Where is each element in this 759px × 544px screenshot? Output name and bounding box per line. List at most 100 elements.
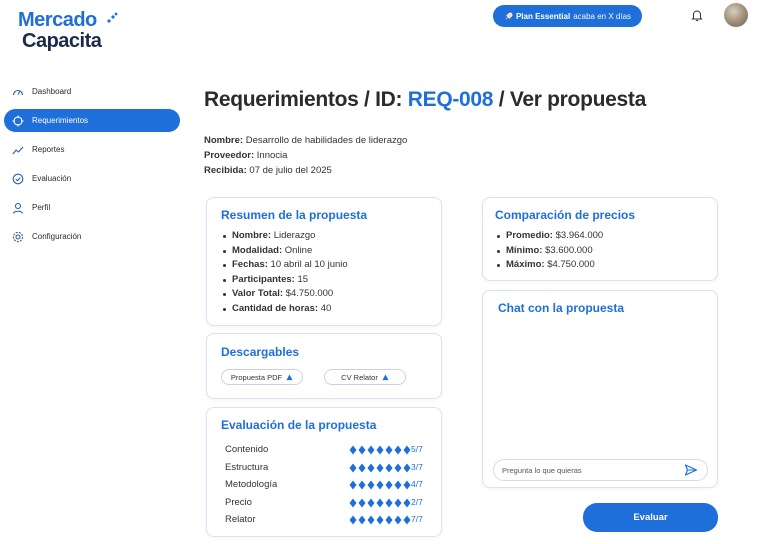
rating-stars[interactable] <box>349 480 411 490</box>
rating-star-icon[interactable] <box>394 498 402 508</box>
rating-stars[interactable] <box>349 445 411 455</box>
list-item: Valor Total: $4.750.000 <box>222 287 348 302</box>
rating-star-icon[interactable] <box>358 480 366 490</box>
rating-star-icon[interactable] <box>358 515 366 525</box>
criterion-score: 5/7 <box>411 444 423 454</box>
downloads-title: Descargables <box>221 345 300 359</box>
logo-sparkle-icon <box>107 12 118 23</box>
rating-star-icon[interactable] <box>403 463 411 473</box>
rating-stars[interactable] <box>349 498 411 508</box>
download-proposal-pdf-button[interactable]: Propuesta PDF <box>221 369 303 385</box>
logo-line-1: Mercado <box>18 9 97 31</box>
plan-name: Plan Essential <box>515 11 571 21</box>
rating-star-icon[interactable] <box>358 445 366 455</box>
rating-star-icon[interactable] <box>349 480 357 490</box>
breadcrumb-section: Requerimientos / ID: <box>204 88 403 111</box>
rating-star-icon[interactable] <box>367 480 375 490</box>
plan-status-badge[interactable]: Plan Essential acaba en X días <box>493 5 642 27</box>
criterion-label: Estructura <box>225 462 269 473</box>
rating-star-icon[interactable] <box>385 498 393 508</box>
chat-input[interactable]: Pregunta lo que quieras <box>493 459 708 481</box>
sidebar-item-perfil[interactable]: Perfil <box>4 196 180 219</box>
prices-title: Comparación de precios <box>495 208 636 222</box>
sidebar-item-configuracion[interactable]: Configuración <box>4 225 180 248</box>
rating-star-icon[interactable] <box>376 445 384 455</box>
chat-placeholder: Pregunta lo que quieras <box>502 465 582 475</box>
list-item: Modalidad: Online <box>222 244 348 259</box>
summary-title: Resumen de la propuesta <box>221 208 368 222</box>
evaluation-row-precio: Precio 2/7 <box>225 497 425 511</box>
evaluation-row-contenido: Contenido 5/7 <box>225 444 425 458</box>
rocket-icon <box>505 12 513 19</box>
evaluation-title: Evaluación de la propuesta <box>221 418 377 432</box>
proposal-evaluation-card: Evaluación de la propuesta Contenido 5/7… <box>206 407 442 537</box>
rating-star-icon[interactable] <box>349 498 357 508</box>
rating-star-icon[interactable] <box>403 498 411 508</box>
breadcrumb-current: / Ver propuesta <box>498 88 647 111</box>
user-icon <box>12 202 24 214</box>
rating-star-icon[interactable] <box>394 463 402 473</box>
rating-star-icon[interactable] <box>367 498 375 508</box>
rating-star-icon[interactable] <box>394 480 402 490</box>
summary-list: Nombre: Liderazgo Modalidad: Online Fech… <box>222 229 348 317</box>
download-label: CV Relator <box>341 372 378 382</box>
check-circle-icon <box>12 173 24 184</box>
rating-star-icon[interactable] <box>349 463 357 473</box>
sidebar-nav: Dashboard Requerimientos Reportes Evalua… <box>4 80 180 254</box>
requirement-id: REQ-008 <box>407 88 494 111</box>
rating-star-icon[interactable] <box>376 515 384 525</box>
rating-star-icon[interactable] <box>385 515 393 525</box>
upload-arrow-icon <box>382 373 389 380</box>
sidebar-item-label: Perfil <box>32 203 51 212</box>
download-label: Propuesta PDF <box>230 372 283 382</box>
sidebar-item-requerimientos[interactable]: Requerimientos <box>4 109 180 132</box>
sidebar-item-label: Evaluación <box>32 174 72 183</box>
rating-star-icon[interactable] <box>403 480 411 490</box>
rating-stars[interactable] <box>349 515 411 525</box>
rating-star-icon[interactable] <box>367 445 375 455</box>
notification-bell-icon[interactable] <box>690 8 704 22</box>
rating-star-icon[interactable] <box>367 515 375 525</box>
rating-star-icon[interactable] <box>385 480 393 490</box>
mercado-capacita-logo[interactable]: Mercado Capacita <box>18 10 118 52</box>
meta-name: Nombre: Desarrollo de habilidades de lid… <box>204 135 408 146</box>
rating-star-icon[interactable] <box>385 445 393 455</box>
send-icon[interactable] <box>684 463 698 477</box>
evaluation-row-metodologia: Metodología 4/7 <box>225 479 425 493</box>
evaluation-row-relator: Relator 7/7 <box>225 514 425 528</box>
rating-star-icon[interactable] <box>403 445 411 455</box>
logo-line-2: Capacita <box>22 30 102 52</box>
user-avatar[interactable] <box>724 3 748 27</box>
gear-icon <box>12 231 24 242</box>
rating-stars[interactable] <box>349 463 411 473</box>
evaluate-button[interactable]: Evaluar <box>583 503 718 532</box>
rating-star-icon[interactable] <box>394 445 402 455</box>
price-comparison-card: Comparación de precios Promedio: $3.964.… <box>482 197 718 281</box>
meta-received: Recibida: 07 de julio del 2025 <box>204 165 332 176</box>
rating-star-icon[interactable] <box>367 463 375 473</box>
proposal-chat-card: Chat con la propuesta Pregunta lo que qu… <box>482 290 718 488</box>
sidebar-item-reportes[interactable]: Reportes <box>4 138 180 161</box>
sidebar-item-dashboard[interactable]: Dashboard <box>4 80 180 103</box>
rating-star-icon[interactable] <box>376 498 384 508</box>
list-item: Promedio: $3.964.000 <box>496 229 603 244</box>
rating-star-icon[interactable] <box>349 445 357 455</box>
rating-star-icon[interactable] <box>358 463 366 473</box>
rating-star-icon[interactable] <box>358 498 366 508</box>
page-title: Requerimientos / ID: REQ-008 / Ver propu… <box>204 88 646 112</box>
criterion-score: 4/7 <box>411 479 423 489</box>
proposal-summary-card: Resumen de la propuesta Nombre: Liderazg… <box>206 197 442 326</box>
rating-star-icon[interactable] <box>376 480 384 490</box>
criterion-score: 3/7 <box>411 462 423 472</box>
rating-star-icon[interactable] <box>376 463 384 473</box>
sidebar-item-evaluacion[interactable]: Evaluación <box>4 167 180 190</box>
rating-star-icon[interactable] <box>349 515 357 525</box>
sidebar-item-label: Configuración <box>32 232 82 241</box>
download-cv-relator-button[interactable]: CV Relator <box>324 369 406 385</box>
rating-star-icon[interactable] <box>385 463 393 473</box>
list-item: Mínimo: $3.600.000 <box>496 244 603 259</box>
upload-arrow-icon <box>286 373 293 380</box>
rating-star-icon[interactable] <box>394 515 402 525</box>
downloads-card: Descargables Propuesta PDF CV Relator <box>206 333 442 399</box>
rating-star-icon[interactable] <box>403 515 411 525</box>
